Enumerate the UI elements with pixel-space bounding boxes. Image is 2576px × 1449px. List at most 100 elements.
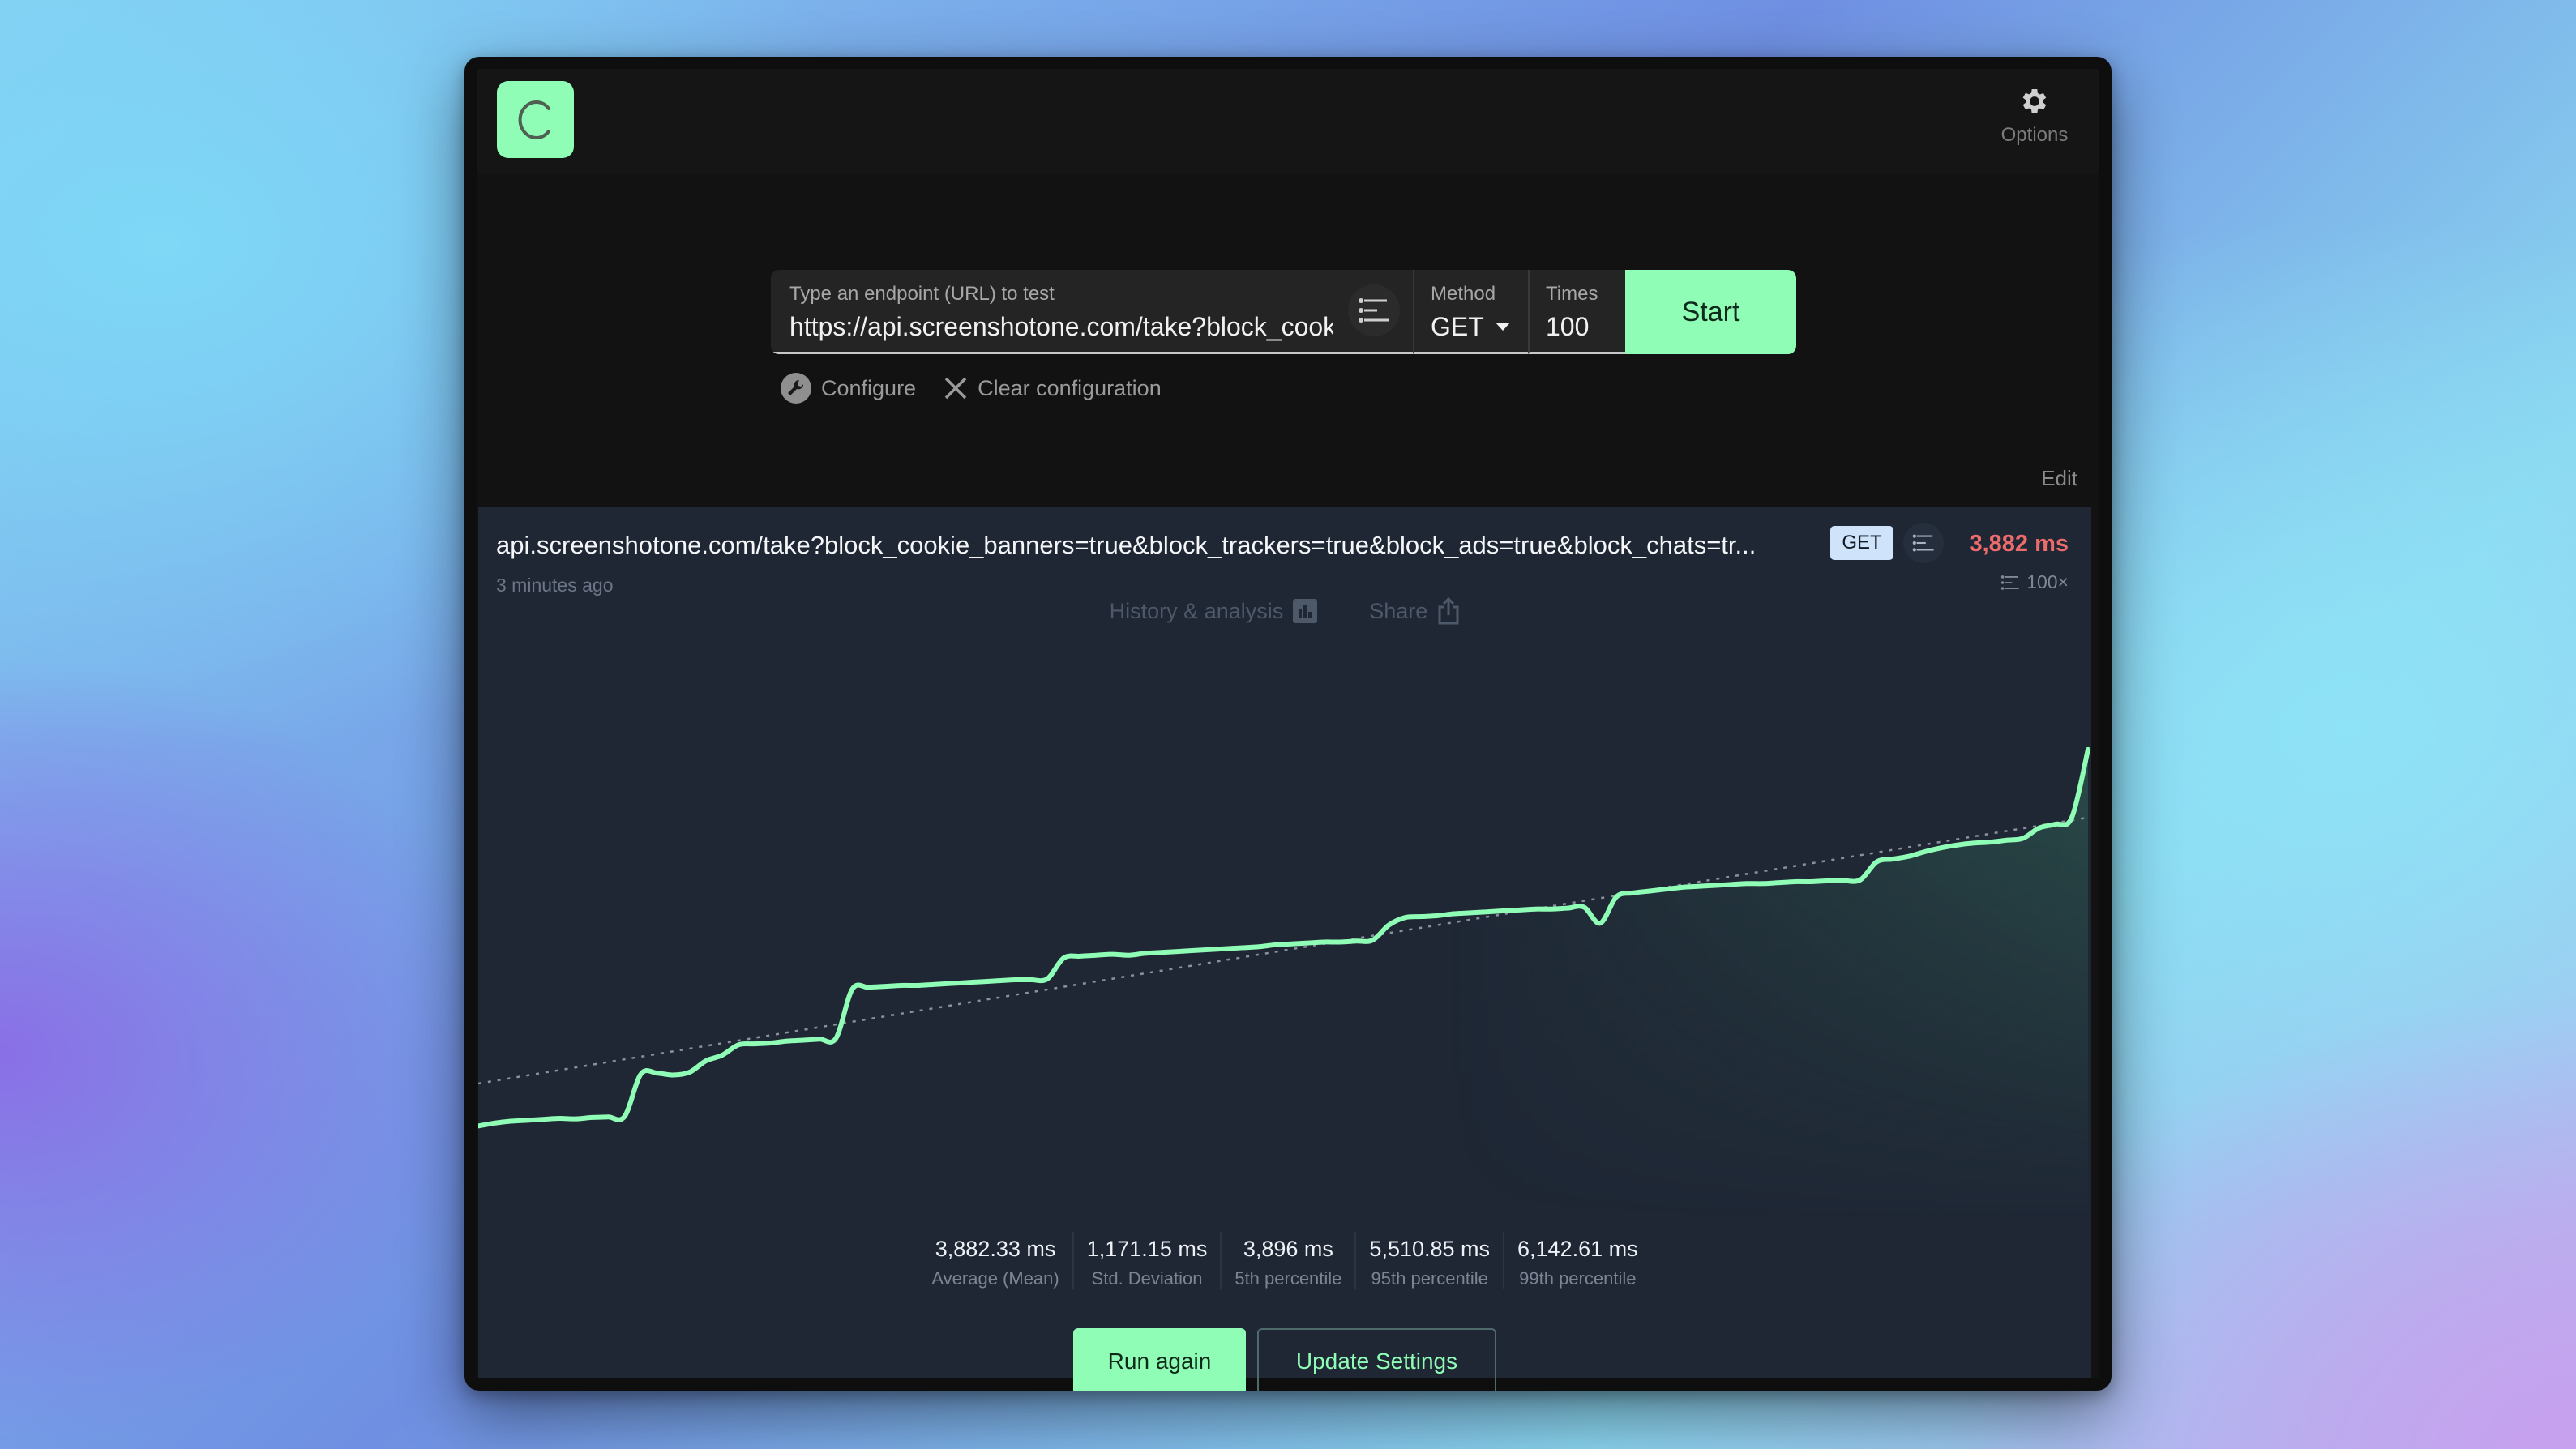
- method-value-wrap: GET: [1431, 312, 1510, 342]
- list-icon: [1912, 534, 1934, 552]
- url-value[interactable]: https://api.screenshotone.com/take?block…: [789, 312, 1333, 342]
- data-point: [1744, 881, 1749, 886]
- url-options-button[interactable]: [1348, 284, 1400, 336]
- data-point: [524, 1118, 529, 1122]
- data-point: [1956, 843, 1961, 848]
- method-select[interactable]: Method GET: [1413, 270, 1528, 354]
- configure-button[interactable]: Configure: [781, 373, 916, 404]
- data-point: [2069, 815, 2074, 820]
- start-button[interactable]: Start: [1625, 270, 1796, 354]
- chevron-down-icon: [1495, 322, 1510, 331]
- data-point: [1337, 939, 1342, 944]
- times-input[interactable]: Times 100: [1528, 270, 1625, 354]
- data-point: [1354, 938, 1359, 943]
- update-settings-button[interactable]: Update Settings: [1257, 1328, 1496, 1391]
- data-point: [492, 1121, 497, 1126]
- stat-item: 5,510.85 ms 95th percentile: [1354, 1232, 1503, 1289]
- stat-label: Std. Deviation: [1091, 1268, 1203, 1289]
- clear-configuration-button[interactable]: Clear configuration: [944, 376, 1162, 401]
- data-point: [1728, 882, 1733, 887]
- data-point: [1402, 915, 1407, 920]
- stats-row: 3,882.33 ms Average (Mean) 1,171.15 ms Std.…: [478, 1232, 2091, 1289]
- data-point: [1305, 941, 1310, 946]
- stat-item: 6,142.61 ms 99th percentile: [1503, 1232, 1651, 1289]
- share-link[interactable]: Share: [1369, 597, 1460, 625]
- run-again-button[interactable]: Run again: [1073, 1328, 1246, 1391]
- data-point: [2021, 836, 2026, 840]
- history-analysis-label: History & analysis: [1109, 598, 1284, 623]
- data-point: [1126, 953, 1131, 958]
- app-window: Options Type an endpoint (URL) to test h…: [464, 57, 2112, 1391]
- data-point: [1110, 952, 1115, 957]
- data-point: [671, 1073, 676, 1078]
- result-timestamp: 3 minutes ago: [496, 575, 614, 596]
- url-input[interactable]: Type an endpoint (URL) to test https://a…: [771, 270, 1413, 354]
- request-bar: Type an endpoint (URL) to test https://a…: [771, 270, 1796, 354]
- list-icon: [1359, 298, 1389, 323]
- data-point: [2005, 838, 2009, 843]
- data-point: [801, 1037, 806, 1042]
- data-point: [1419, 914, 1424, 919]
- data-point: [996, 978, 1001, 983]
- history-analysis-link[interactable]: History & analysis: [1110, 597, 1318, 625]
- stat-value: 5,510.85 ms: [1369, 1237, 1491, 1261]
- data-point: [883, 984, 888, 989]
- data-point: [980, 979, 985, 984]
- data-point: [1793, 879, 1798, 884]
- data-point: [1939, 845, 1944, 850]
- data-point: [1289, 942, 1294, 947]
- method-label: Method: [1431, 283, 1496, 305]
- data-point: [964, 980, 969, 985]
- data-point: [1517, 908, 1521, 913]
- data-point: [1093, 953, 1098, 958]
- config-row: Configure Clear configuration: [781, 373, 1162, 404]
- data-point: [1045, 977, 1050, 981]
- stat-item: 3,882.33 ms Average (Mean): [918, 1232, 1072, 1289]
- data-point: [1549, 907, 1554, 912]
- data-point: [541, 1117, 546, 1122]
- data-point: [1842, 878, 1846, 883]
- data-point: [1077, 954, 1082, 959]
- data-point: [752, 1041, 757, 1046]
- data-point: [2037, 826, 2042, 831]
- clear-configuration-label: Clear configuration: [978, 375, 1162, 400]
- data-point: [1533, 907, 1538, 912]
- stat-item: 1,171.15 ms Std. Deviation: [1072, 1232, 1221, 1289]
- data-point: [1012, 977, 1017, 982]
- data-point: [1175, 949, 1180, 954]
- stat-item: 3,896 ms 5th percentile: [1220, 1232, 1354, 1289]
- options-button[interactable]: Options: [1994, 85, 2075, 147]
- header: Options: [477, 69, 2099, 174]
- data-point: [1809, 879, 1814, 884]
- stat-label: 95th percentile: [1371, 1268, 1488, 1289]
- data-point: [849, 987, 854, 992]
- data-point: [1825, 878, 1830, 883]
- data-point: [1484, 909, 1489, 914]
- result-panel: api.screenshotone.com/take?block_cookie_…: [478, 507, 2091, 1391]
- data-point: [1662, 887, 1667, 891]
- chart-area-fill: [478, 749, 2088, 1220]
- data-point: [1142, 951, 1147, 955]
- stat-label: 5th percentile: [1235, 1268, 1342, 1289]
- options-label: Options: [2000, 124, 2069, 146]
- data-point: [1598, 921, 1603, 925]
- stat-value: 6,142.61 ms: [1517, 1237, 1638, 1261]
- data-point: [1500, 908, 1505, 913]
- data-point: [557, 1116, 562, 1121]
- wrench-icon: [781, 373, 811, 404]
- data-point: [1029, 977, 1033, 982]
- data-point: [1370, 938, 1375, 942]
- edit-link[interactable]: Edit: [2041, 466, 2077, 491]
- data-point: [1192, 948, 1196, 953]
- times-value[interactable]: 100: [1546, 312, 1589, 342]
- data-point: [833, 1036, 838, 1041]
- latency-chart: [478, 746, 2090, 1220]
- data-point: [1972, 840, 1977, 845]
- data-point: [687, 1070, 692, 1075]
- app-logo[interactable]: [497, 81, 574, 158]
- latency-value: 3,882 ms: [1969, 531, 2069, 557]
- result-details-button[interactable]: [1903, 523, 1944, 563]
- data-point: [704, 1058, 708, 1063]
- request-count-value: 100×: [2026, 571, 2069, 592]
- data-point: [1565, 906, 1570, 911]
